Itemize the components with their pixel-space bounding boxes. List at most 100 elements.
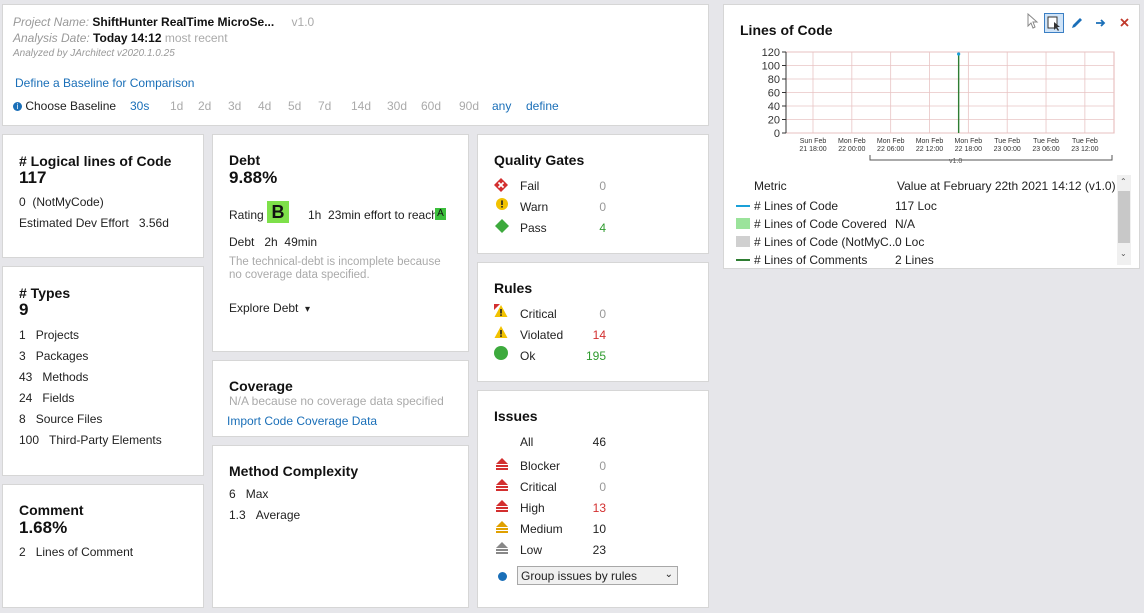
comment-title: Comment — [19, 502, 84, 518]
info-icon: i — [13, 102, 22, 112]
y-tick-label: 20 — [768, 115, 780, 127]
baseline-option-2d[interactable]: 2d — [198, 99, 211, 113]
issue-level-value: 23 — [592, 543, 606, 557]
types-row: 43 Methods — [19, 370, 88, 384]
comment-value: 1.68% — [19, 518, 68, 537]
x-tick-label: Mon Feb 22 12:00 — [916, 138, 944, 153]
legend-scrollbar[interactable]: ⌃ ⌄ — [1117, 175, 1131, 265]
types-row: 100 Third-Party Elements — [19, 433, 162, 447]
coverage-panel: Coverage N/A because no coverage data sp… — [212, 360, 469, 437]
loc-title: # Logical lines of Code — [19, 153, 172, 169]
chart-title: Lines of Code — [740, 22, 833, 38]
chart-plot-area — [785, 51, 1115, 134]
x-tick-line2: 21 18:00 — [799, 146, 826, 153]
export-button[interactable] — [1094, 16, 1108, 30]
baseline-option-14d[interactable]: 14d — [351, 99, 371, 113]
issue-level-value: 0 — [599, 459, 606, 473]
analyzed-by: Analyzed by JArchitect v2020.1.0.25 — [13, 48, 175, 59]
critical-icon — [495, 478, 509, 492]
baseline-option-30s[interactable]: 30s — [130, 99, 149, 113]
define-baseline-link[interactable]: Define a Baseline for Comparison — [15, 76, 194, 90]
types-count: 24 — [19, 391, 33, 405]
scroll-up-icon[interactable]: ⌃ — [1120, 177, 1127, 186]
x-tick-line1: Tue Feb — [1033, 138, 1059, 145]
legend-header-value: Value at February 22th 2021 14:12 (v1.0) — [897, 179, 1116, 193]
x-tick-line1: Tue Feb — [1072, 138, 1098, 145]
baseline-option-90d[interactable]: 90d — [459, 99, 479, 113]
legend-metric-value: 2 Lines — [895, 253, 934, 267]
x-tick-line1: Mon Feb — [838, 138, 866, 145]
gate-warn-value: 0 — [599, 200, 606, 214]
edit-button[interactable] — [1070, 16, 1084, 30]
legend-metric-label: # Lines of Comments — [754, 253, 868, 267]
select-tool-button[interactable] — [1044, 13, 1064, 33]
legend-header-metric: Metric — [754, 179, 787, 193]
group-issues-select[interactable]: Group issues by rules ⌄ — [517, 566, 678, 585]
x-tick-label: Tue Feb 23 06:00 — [1032, 138, 1059, 153]
coverage-note: N/A because no coverage data specified — [229, 394, 444, 408]
choose-baseline-label: Choose Baseline — [25, 99, 117, 113]
baseline-option-30d[interactable]: 30d — [387, 99, 407, 113]
types-count: 3 — [19, 349, 26, 363]
explore-debt-dropdown[interactable]: Explore Debt ▾ — [229, 301, 310, 315]
dev-effort-label: Estimated Dev Effort — [19, 216, 129, 230]
legend-metric-label: # Lines of Code (NotMyC... — [754, 235, 899, 249]
baseline-option-3d[interactable]: 3d — [228, 99, 241, 113]
rule-violated-value: 14 — [592, 328, 606, 342]
rules-title: Rules — [494, 280, 533, 296]
close-icon — [1120, 18, 1129, 27]
chevron-down-icon: ⌄ — [664, 569, 673, 580]
baseline-option-7d[interactable]: 7d — [318, 99, 331, 113]
x-tick-line2: 23 12:00 — [1071, 146, 1098, 153]
rule-critical-label: Critical — [520, 307, 557, 321]
x-tick-label: Mon Feb 22 00:00 — [838, 138, 866, 153]
issue-level-label: Medium — [520, 522, 563, 536]
critical-rule-icon — [494, 304, 508, 318]
close-button[interactable] — [1118, 16, 1132, 30]
x-tick-line1: Mon Feb — [955, 138, 983, 145]
select-pointer-icon — [1047, 16, 1060, 31]
quality-gates-title: Quality Gates — [494, 152, 585, 168]
rule-critical-value: 0 — [599, 307, 606, 321]
issues-all-label: All — [520, 435, 534, 449]
types-count: 8 — [19, 412, 26, 426]
baseline-option-5d[interactable]: 5d — [288, 99, 301, 113]
analysis-date: Today 14:12 — [93, 31, 162, 45]
caret-down-icon: ▾ — [305, 304, 311, 315]
project-header-panel: Project Name: ShiftHunter RealTime Micro… — [2, 4, 709, 126]
issues-all-value: 46 — [592, 435, 606, 449]
x-tick-label: Tue Feb 23 00:00 — [994, 138, 1021, 153]
high-icon — [495, 499, 509, 513]
types-value: 9 — [19, 300, 29, 319]
types-label: Source Files — [35, 412, 103, 426]
legend-metric-value: N/A — [895, 217, 916, 231]
rating-badge: B — [267, 201, 289, 223]
pencil-icon — [1072, 18, 1082, 28]
types-row: 3 Packages — [19, 349, 88, 363]
rating-label: Rating — [229, 208, 264, 222]
baseline-option-1d[interactable]: 1d — [170, 99, 183, 113]
baseline-option-4d[interactable]: 4d — [258, 99, 271, 113]
legend-metric-label: # Lines of Code — [754, 199, 839, 213]
quality-gates-panel: Quality Gates Fail 0 Warn 0 Pass 4 — [477, 134, 709, 254]
scroll-thumb[interactable] — [1118, 191, 1130, 243]
complexity-max-label: Max — [245, 487, 269, 501]
types-label: Projects — [35, 328, 80, 342]
debt-title: Debt — [229, 152, 261, 168]
types-row: 24 Fields — [19, 391, 74, 405]
gate-pass-label: Pass — [520, 221, 547, 235]
legend-metric-value: 117 Loc — [895, 199, 937, 213]
legend-swatch — [736, 236, 750, 247]
baseline-option-60d[interactable]: 60d — [421, 99, 441, 113]
issue-level-label: Critical — [520, 480, 557, 494]
issue-level-value: 10 — [592, 522, 606, 536]
issue-level-label: Blocker — [520, 459, 561, 473]
medium-icon — [495, 520, 509, 534]
baseline-option-define[interactable]: define — [526, 99, 559, 113]
x-tick-label: Mon Feb 22 06:00 — [877, 138, 905, 153]
x-tick-line1: Mon Feb — [877, 138, 905, 145]
import-coverage-link[interactable]: Import Code Coverage Data — [227, 414, 377, 428]
issue-level-label: Low — [520, 543, 543, 557]
scroll-down-icon[interactable]: ⌄ — [1120, 249, 1127, 258]
baseline-option-any[interactable]: any — [492, 99, 511, 113]
